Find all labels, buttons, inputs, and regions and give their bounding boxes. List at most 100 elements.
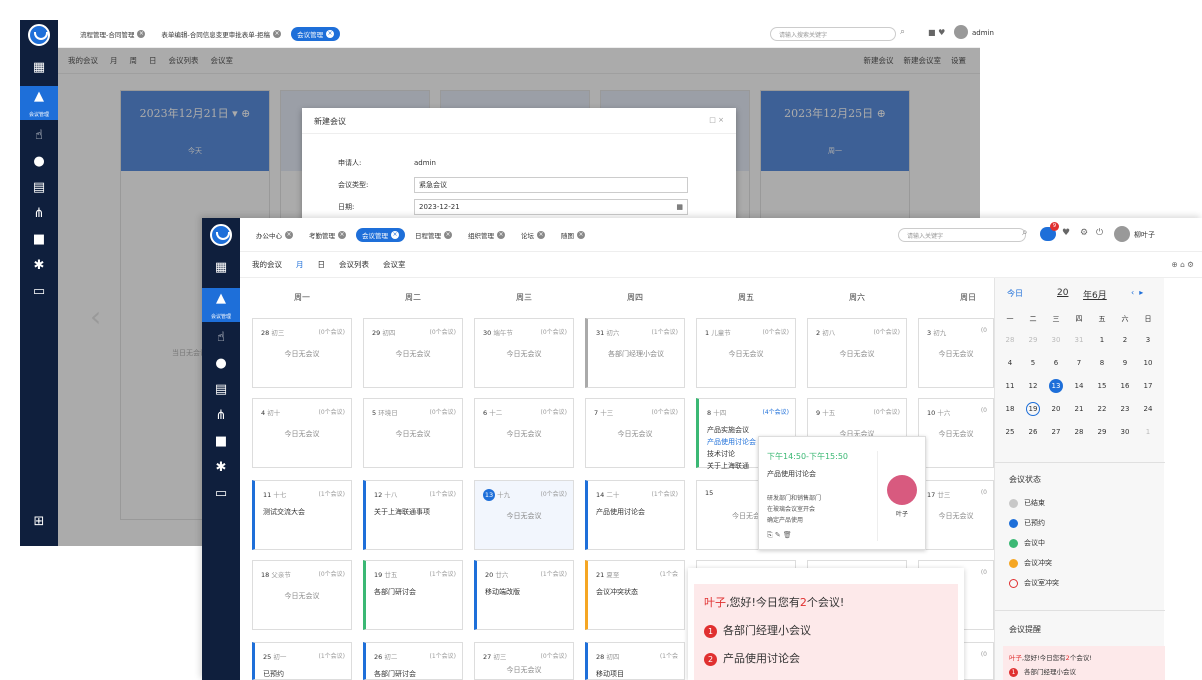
- day-cell[interactable]: 29 初四 (0个会议) 今日无会议: [363, 318, 463, 388]
- mini-day[interactable]: 1: [1091, 336, 1113, 344]
- close-icon[interactable]: ×: [137, 29, 146, 38]
- today-link[interactable]: 今日: [1007, 288, 1023, 299]
- day-cell[interactable]: 4 初十 (0个会议) 今日无会议: [252, 398, 352, 468]
- day-cell[interactable]: 6 十二 (0个会议) 今日无会议: [474, 398, 574, 468]
- building-icon[interactable]: ▦: [20, 56, 58, 80]
- day-cell[interactable]: 12 十八 (1个会议) 关于上海联通事项: [363, 480, 463, 550]
- day-cell[interactable]: 3 初九 (0 今日无会议: [918, 318, 994, 388]
- day-cell[interactable]: 2 初八 (0个会议) 今日无会议: [807, 318, 907, 388]
- meeting-item[interactable]: 产品使用讨论会: [707, 437, 756, 447]
- meeting-item[interactable]: 产品实施会议: [707, 425, 749, 435]
- search-icon[interactable]: ⌕: [900, 27, 905, 37]
- mini-day[interactable]: 6: [1045, 359, 1067, 367]
- day-cell[interactable]: 20 廿六 (1个会议) 移动端改版: [474, 560, 574, 630]
- prev-arrow-icon[interactable]: ‹: [90, 300, 101, 333]
- close-icon[interactable]: ×: [326, 29, 335, 38]
- mini-day[interactable]: 9: [1114, 359, 1136, 367]
- back-tab-1[interactable]: 表单编辑-合同信息变更审批表单-拒稿 ×: [155, 27, 287, 41]
- mini-day[interactable]: 3: [1137, 336, 1159, 344]
- meeting-item[interactable]: 关于上海联通事项: [374, 507, 430, 517]
- year-select[interactable]: 20: [1057, 288, 1068, 298]
- mini-day[interactable]: 28: [999, 336, 1021, 344]
- day-cell[interactable]: 13 十九 (0个会议) 今日无会议: [474, 480, 574, 550]
- day-cell[interactable]: 11 十七 (1个会议) 测试交流大会: [252, 480, 352, 550]
- mini-day[interactable]: 4: [999, 359, 1021, 367]
- mini-day[interactable]: 30: [1114, 428, 1136, 436]
- month-nav-icons[interactable]: ‹ ▸: [1131, 288, 1143, 297]
- mini-day[interactable]: 19: [1026, 402, 1040, 416]
- calendar-icon[interactable]: ▤: [20, 176, 58, 200]
- day-cell[interactable]: 14 二十 (1个会议) 产品使用讨论会: [585, 480, 685, 550]
- meeting-item[interactable]: 产品使用讨论会: [596, 507, 645, 517]
- day-cell[interactable]: 7 十三 (0个会议) 今日无会议: [585, 398, 685, 468]
- mini-day[interactable]: 12: [1022, 382, 1044, 390]
- day-cell[interactable]: 19 廿五 (1个会议) 各部门研讨会: [363, 560, 463, 630]
- back-search-input[interactable]: 请输入搜索关键字: [770, 27, 896, 41]
- meeting-item[interactable]: 各部门研讨会: [374, 669, 416, 679]
- mini-day[interactable]: 18: [999, 405, 1021, 413]
- meeting-item[interactable]: 各部门研讨会: [374, 587, 416, 597]
- mini-day[interactable]: 30: [1045, 336, 1067, 344]
- day-cell[interactable]: 27 初三 (0个会议) 今日无会议: [474, 642, 574, 680]
- meeting-item[interactable]: 会议冲突状态: [596, 587, 638, 597]
- mini-day[interactable]: 1: [1137, 428, 1159, 436]
- day-cell[interactable]: 18 父亲节 (0个会议) 今日无会议: [252, 560, 352, 630]
- mini-day[interactable]: 11: [999, 382, 1021, 390]
- mini-day[interactable]: 27: [1045, 428, 1067, 436]
- month-select[interactable]: 年6月: [1083, 288, 1107, 301]
- meeting-item[interactable]: 已预约: [263, 669, 284, 679]
- day-cell[interactable]: 30 端午节 (0个会议) 今日无会议: [474, 318, 574, 388]
- back-tab-2[interactable]: 会议管理 ×: [291, 26, 341, 41]
- mini-day[interactable]: 14: [1068, 382, 1090, 390]
- meeting-item[interactable]: 测试交流大会: [263, 507, 305, 517]
- meeting-item[interactable]: 移动端改版: [485, 587, 520, 597]
- mini-day[interactable]: 21: [1068, 405, 1090, 413]
- date-field[interactable]: 2023-12-21 ▦: [414, 199, 688, 215]
- day-cell[interactable]: 21 夏至 (1个会 会议冲突状态: [585, 560, 685, 630]
- notice-item-1[interactable]: 1 各部门经理小会议: [704, 622, 811, 638]
- mini-day[interactable]: 24: [1137, 405, 1159, 413]
- meeting-type-field[interactable]: 紧急会议: [414, 177, 688, 193]
- mini-day[interactable]: 10: [1137, 359, 1159, 367]
- day-cell[interactable]: 17 廿三 (0 今日无会议: [918, 480, 994, 550]
- mini-day[interactable]: 29: [1022, 336, 1044, 344]
- group-icon[interactable]: ■: [20, 228, 58, 252]
- mini-day[interactable]: 26: [1022, 428, 1044, 436]
- mini-day[interactable]: 22: [1091, 405, 1113, 413]
- back-tab-0[interactable]: 流程管理-合同管理 ×: [74, 27, 151, 41]
- mini-day[interactable]: 2: [1114, 336, 1136, 344]
- mini-day[interactable]: 15: [1091, 382, 1113, 390]
- avatar[interactable]: [954, 25, 968, 39]
- chat-icon[interactable]: ●: [20, 150, 58, 174]
- mini-day[interactable]: 28: [1068, 428, 1090, 436]
- popup-actions[interactable]: ⎘ ✎ 🗑: [767, 531, 792, 540]
- monitor-icon[interactable]: ▭: [20, 280, 58, 304]
- day-cell[interactable]: 26 初二 (1个会议) 各部门研讨会: [363, 642, 463, 680]
- mini-day[interactable]: 25: [999, 428, 1021, 436]
- day-cell[interactable]: 1 儿童节 (0个会议) 今日无会议: [696, 318, 796, 388]
- day-cell[interactable]: 28 初四 (1个会 移动项目: [585, 642, 685, 680]
- meeting-item[interactable]: 移动项目: [596, 669, 624, 679]
- day-cell[interactable]: 5 环境日 (0个会议) 今日无会议: [363, 398, 463, 468]
- network-icon[interactable]: ✱: [20, 254, 58, 278]
- mini-day[interactable]: 20: [1045, 405, 1067, 413]
- meeting-item[interactable]: 技术讨论: [707, 449, 735, 459]
- day-cell[interactable]: 25 初一 (1个会议) 已预约: [252, 642, 352, 680]
- calendar-picker-icon[interactable]: ▦: [676, 203, 683, 211]
- mini-day[interactable]: 17: [1137, 382, 1159, 390]
- mini-day[interactable]: 13: [1049, 379, 1063, 393]
- grid-menu-icon[interactable]: ⊞: [20, 510, 58, 534]
- mini-day[interactable]: 5: [1022, 359, 1044, 367]
- mini-day[interactable]: 16: [1114, 382, 1136, 390]
- mini-day[interactable]: 23: [1114, 405, 1136, 413]
- message-icon[interactable]: ■ ♥: [928, 28, 945, 37]
- hand-icon[interactable]: ☝: [20, 124, 58, 148]
- day-cell[interactable]: 31 初六 (1个会议) 各部门经理小会议: [585, 318, 685, 388]
- meeting-item[interactable]: 关于上海联通: [707, 461, 749, 471]
- mini-day[interactable]: 31: [1068, 336, 1090, 344]
- mini-day[interactable]: 7: [1068, 359, 1090, 367]
- sidebar-item-meeting[interactable]: ▲ 会议管理: [20, 86, 58, 120]
- mini-day[interactable]: 8: [1091, 359, 1113, 367]
- day-cell[interactable]: 10 十六 (0 今日无会议: [918, 398, 994, 468]
- modal-close-icon[interactable]: □ ×: [709, 116, 724, 125]
